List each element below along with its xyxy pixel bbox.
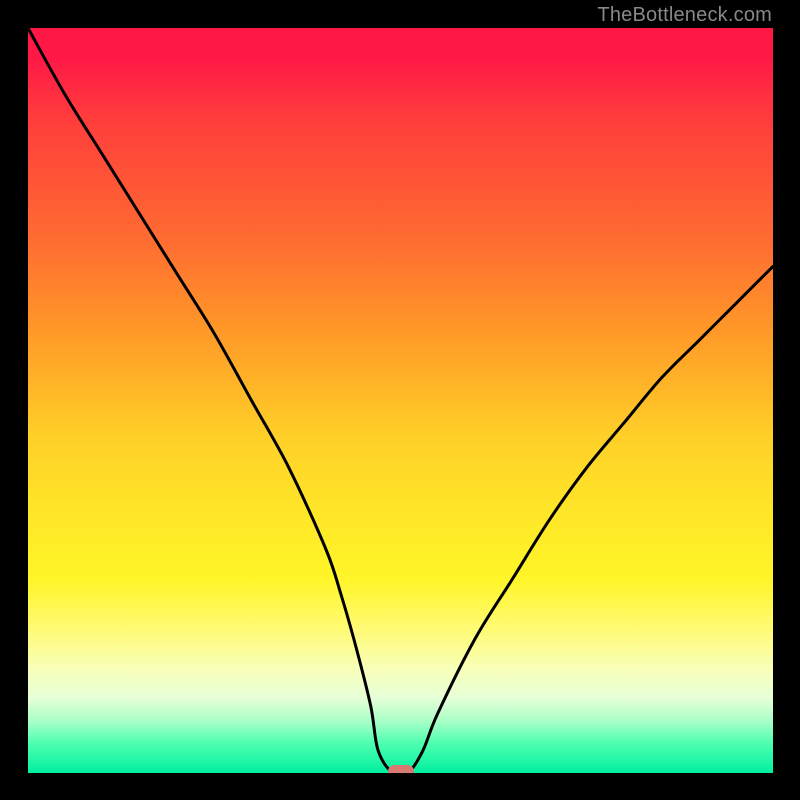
minimum-marker [388,765,414,773]
bottleneck-curve [28,28,773,773]
watermark-text: TheBottleneck.com [597,4,772,27]
plot-area [28,28,773,773]
chart-frame: TheBottleneck.com [0,0,800,800]
